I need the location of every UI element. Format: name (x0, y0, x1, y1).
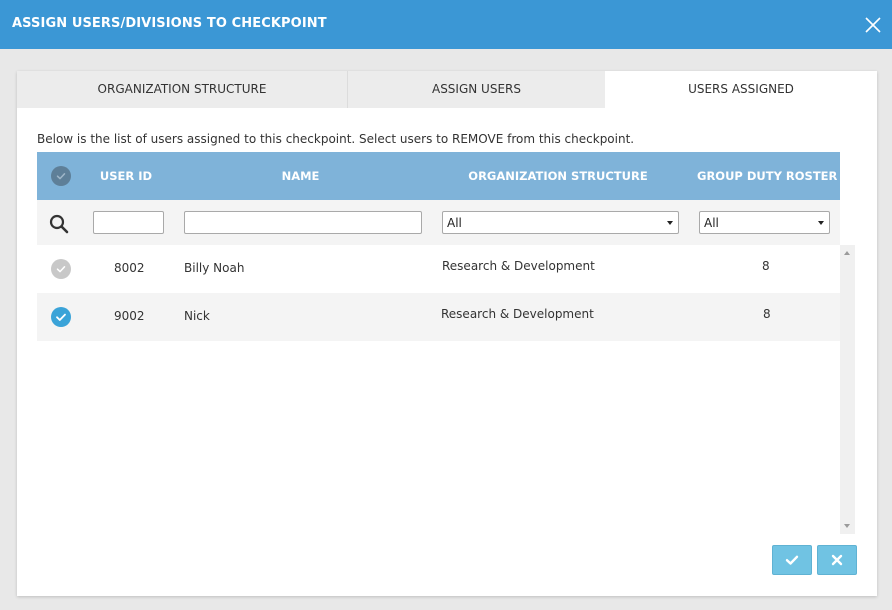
column-header-group-duty-roster[interactable]: GROUP DUTY ROSTER (697, 152, 837, 200)
table-row[interactable]: 9002 Nick Research & Development 8 (37, 293, 840, 341)
scroll-down-icon[interactable] (844, 524, 850, 528)
dialog-panel: ORGANIZATION STRUCTURE ASSIGN USERS USER… (17, 71, 877, 596)
name-cell: Billy Noah (184, 261, 245, 275)
column-header-name[interactable]: NAME (197, 152, 404, 200)
select-all-checkbox[interactable] (51, 166, 71, 186)
scroll-up-icon[interactable] (844, 251, 850, 255)
org-structure-cell: Research & Development (442, 259, 595, 273)
close-icon[interactable] (862, 14, 884, 36)
user-id-filter-input[interactable] (93, 211, 164, 234)
tab-assign-users[interactable]: ASSIGN USERS (348, 71, 605, 108)
vertical-scrollbar[interactable] (840, 245, 855, 534)
description-text: Below is the list of users assigned to t… (37, 132, 635, 146)
roster-cell: 8 (762, 259, 770, 273)
name-cell: Nick (184, 309, 210, 323)
check-icon (785, 555, 799, 565)
check-icon (56, 266, 66, 273)
table-header: USER ID NAME ORGANIZATION STRUCTURE GROU… (37, 152, 840, 200)
tab-organization-structure[interactable]: ORGANIZATION STRUCTURE (17, 71, 348, 108)
check-icon (56, 173, 66, 180)
row-checkbox[interactable] (51, 307, 71, 327)
roster-cell: 8 (763, 307, 771, 321)
filter-row: All All (37, 200, 840, 245)
org-structure-filter-select[interactable]: All (442, 211, 679, 234)
user-id-cell: 8002 (114, 261, 145, 275)
confirm-button[interactable] (772, 545, 812, 575)
user-id-cell: 9002 (114, 309, 145, 323)
name-filter-input[interactable] (184, 211, 422, 234)
times-icon (831, 554, 843, 566)
cancel-button[interactable] (817, 545, 857, 575)
dialog-titlebar: ASSIGN USERS/DIVISIONS TO CHECKPOINT (0, 0, 892, 49)
dropdown-arrow-icon (818, 221, 824, 225)
search-icon (49, 214, 69, 238)
column-header-user-id[interactable]: USER ID (93, 152, 159, 200)
tab-bar: ORGANIZATION STRUCTURE ASSIGN USERS USER… (17, 71, 877, 108)
check-icon (56, 313, 66, 321)
table-row[interactable]: 8002 Billy Noah Research & Development 8 (37, 245, 840, 293)
dropdown-arrow-icon (667, 221, 673, 225)
roster-filter-select[interactable]: All (699, 211, 830, 234)
roster-filter-value: All (704, 216, 719, 230)
tab-users-assigned[interactable]: USERS ASSIGNED (605, 71, 877, 108)
dialog-title: ASSIGN USERS/DIVISIONS TO CHECKPOINT (12, 16, 327, 31)
column-header-org-structure[interactable]: ORGANIZATION STRUCTURE (457, 152, 659, 200)
row-checkbox[interactable] (51, 259, 71, 279)
org-structure-filter-value: All (447, 216, 462, 230)
org-structure-cell: Research & Development (441, 307, 594, 321)
